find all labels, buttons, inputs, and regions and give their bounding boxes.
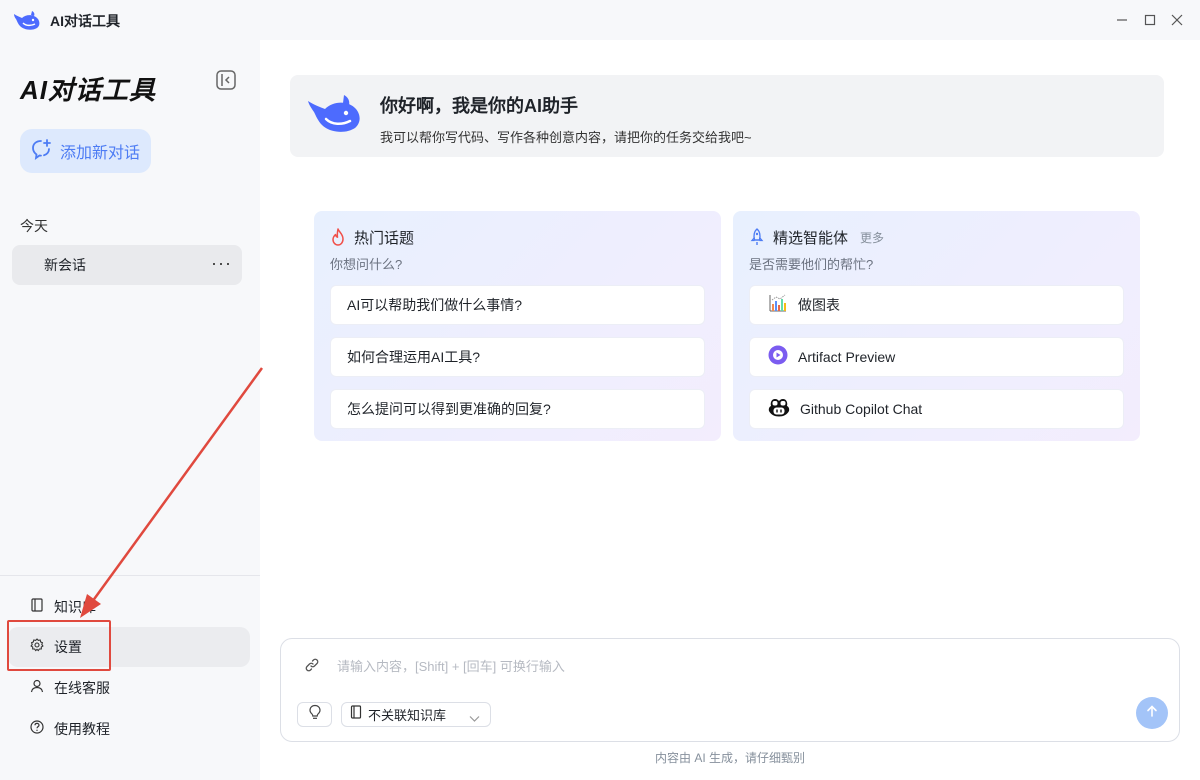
sidebar-item-label: 设置 (54, 639, 82, 655)
hot-topic-label: AI可以帮助我们做什么事情? (347, 297, 523, 313)
greeting-title: 你好啊，我是你的AI助手 (380, 96, 578, 116)
hot-topics-card: 热门话题 你想问什么? AI可以帮助我们做什么事情? 如何合理运用AI工具? 怎… (314, 211, 721, 441)
chevron-down-icon (469, 710, 480, 728)
agent-item-artifact-preview[interactable]: Artifact Preview (749, 337, 1124, 377)
featured-agents-subtitle: 是否需要他们的帮忙? (749, 257, 874, 272)
new-chat-icon (30, 138, 52, 165)
greeting-subtitle: 我可以帮你写代码、写作各种创意内容，请把你的任务交给我吧~ (380, 130, 752, 145)
sidebar-item-knowledge-base[interactable]: 知识库 (8, 587, 250, 627)
close-button[interactable] (1167, 10, 1187, 30)
artifact-icon (768, 345, 788, 370)
main-area: 你好啊，我是你的AI助手 我可以帮你写代码、写作各种创意内容，请把你的任务交给我… (260, 40, 1200, 780)
lightbulb-icon (308, 704, 322, 725)
gear-icon (30, 637, 44, 657)
sidebar-divider (0, 575, 260, 576)
message-input[interactable] (337, 653, 1117, 679)
title-bar: AI对话工具 (0, 0, 1200, 40)
greeting-banner: 你好啊，我是你的AI助手 我可以帮你写代码、写作各种创意内容，请把你的任务交给我… (290, 75, 1164, 157)
sidebar-item-label: 使用教程 (54, 721, 110, 737)
window-title: AI对话工具 (50, 13, 120, 29)
featured-agents-title: 精选智能体 (773, 230, 849, 247)
conversation-more-icon[interactable]: ··· (211, 253, 232, 274)
idea-button[interactable] (297, 702, 332, 727)
sidebar-item-settings[interactable]: 设置 (8, 627, 250, 667)
flame-icon (330, 228, 346, 251)
hot-topic-label: 怎么提问可以得到更准确的回复? (347, 401, 551, 417)
conversation-item[interactable]: 新会话 ··· (12, 245, 242, 285)
ai-disclaimer: 内容由 AI 生成，请仔细甄别 (654, 751, 805, 765)
sidebar: AI对话工具 添加新对话 今天 新会话 ··· 知识库 设置 在线客服 使用教程 (0, 40, 260, 780)
knowledge-base-select-value: 不关联知识库 (368, 708, 447, 723)
chart-icon (768, 293, 788, 318)
hot-topics-subtitle: 你想问什么? (330, 257, 403, 272)
agent-label: Artifact Preview (798, 349, 896, 365)
app-logo-icon (12, 8, 42, 37)
copilot-icon (768, 397, 790, 422)
knowledge-base-select[interactable]: 不关联知识库 (341, 702, 491, 727)
collapse-sidebar-icon[interactable] (215, 69, 237, 91)
rocket-icon (749, 228, 765, 251)
sidebar-item-customer-service[interactable]: 在线客服 (8, 668, 250, 708)
agents-more-link[interactable]: 更多 (860, 229, 884, 246)
whale-logo-icon (306, 91, 364, 142)
maximize-button[interactable] (1140, 10, 1160, 30)
book-icon (30, 597, 44, 617)
sidebar-item-label: 在线客服 (54, 680, 110, 696)
agent-item-github-copilot-chat[interactable]: Github Copilot Chat (749, 389, 1124, 429)
send-button[interactable] (1136, 697, 1168, 729)
new-chat-label: 添加新对话 (60, 145, 141, 162)
sidebar-brand: AI对话工具 (20, 75, 157, 105)
attach-link-icon[interactable] (305, 658, 319, 677)
hot-topic-label: 如何合理运用AI工具? (347, 349, 481, 365)
sidebar-item-tutorial[interactable]: 使用教程 (8, 709, 250, 749)
agent-label: Github Copilot Chat (800, 401, 923, 417)
hot-topic-item[interactable]: AI可以帮助我们做什么事情? (330, 285, 705, 325)
hot-topic-item[interactable]: 怎么提问可以得到更准确的回复? (330, 389, 705, 429)
book-icon (350, 705, 362, 724)
hot-topics-title: 热门话题 (354, 230, 415, 247)
arrow-up-icon (1145, 704, 1159, 723)
conversation-group-title: 今天 (20, 218, 48, 234)
sidebar-item-label: 知识库 (54, 599, 96, 615)
hot-topic-item[interactable]: 如何合理运用AI工具? (330, 337, 705, 377)
help-icon (30, 719, 44, 739)
agent-item-chart[interactable]: 做图表 (749, 285, 1124, 325)
minimize-button[interactable] (1112, 10, 1132, 30)
message-composer: 不关联知识库 (280, 638, 1180, 742)
person-icon (30, 679, 44, 698)
featured-agents-card: 精选智能体 更多 是否需要他们的帮忙? 做图表 Artifact Preview… (733, 211, 1140, 441)
agent-label: 做图表 (798, 297, 840, 313)
conversation-title: 新会话 (44, 257, 86, 273)
new-chat-button[interactable]: 添加新对话 (20, 129, 151, 173)
